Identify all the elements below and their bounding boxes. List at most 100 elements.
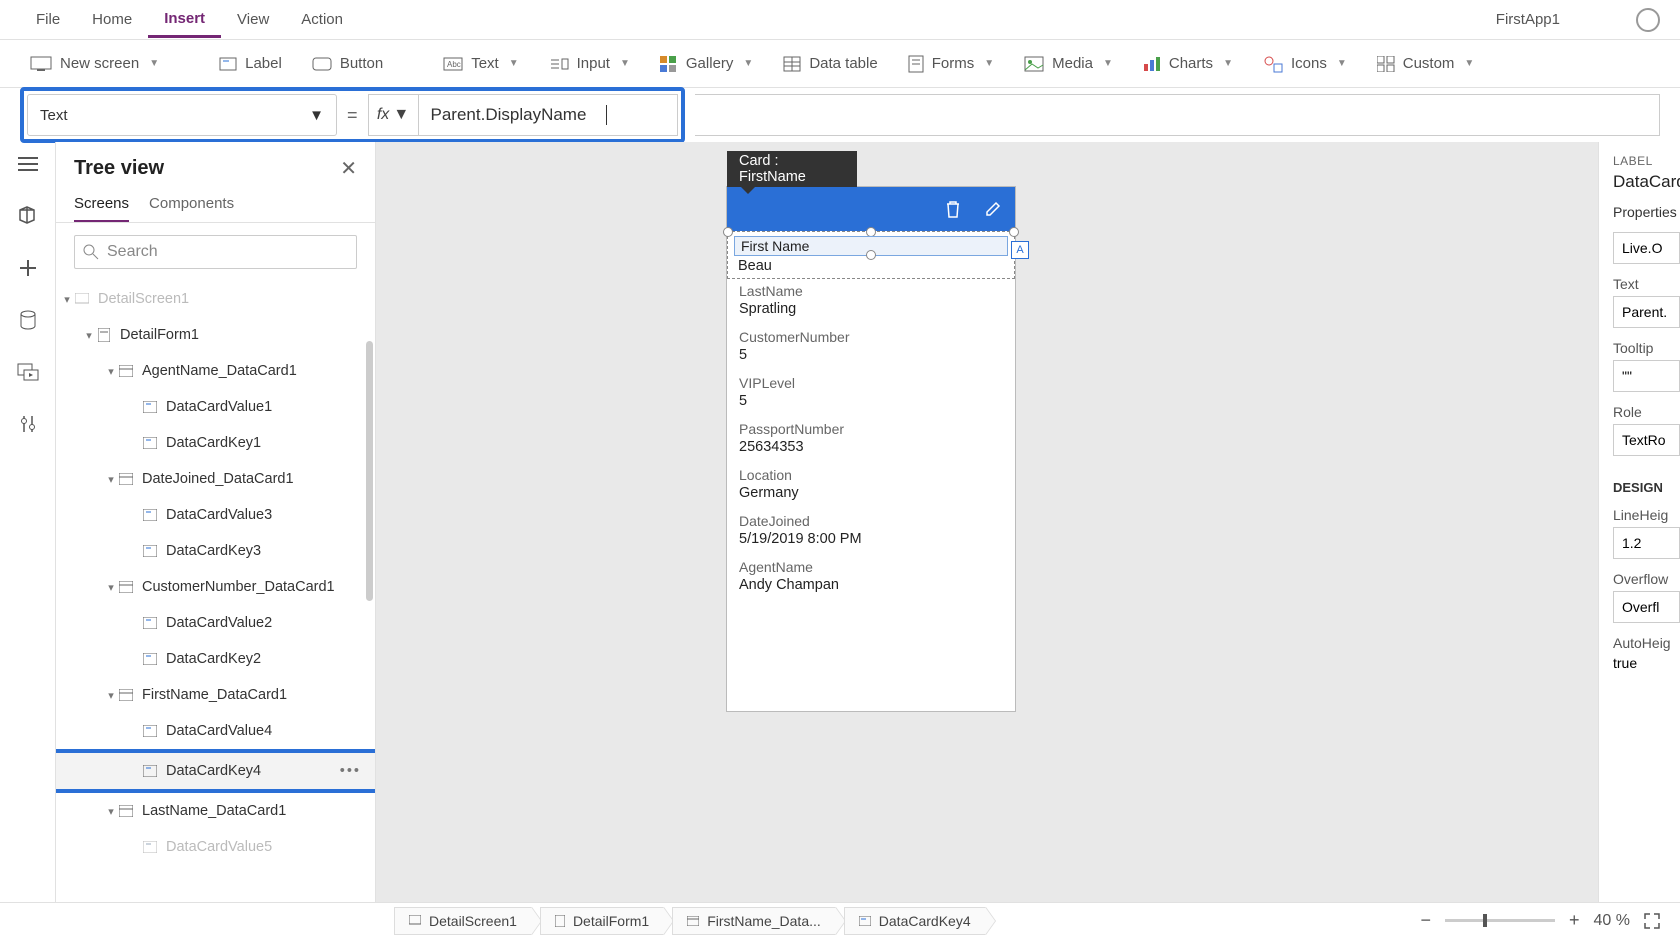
property-dropdown[interactable]: Text ▼ — [27, 94, 337, 136]
tree-node-key[interactable]: DataCardKey3 — [56, 533, 375, 569]
form-icon — [555, 915, 565, 927]
data-icon[interactable] — [16, 308, 40, 332]
field-datejoined[interactable]: DateJoined5/19/2019 8:00 PM — [727, 509, 1015, 555]
field-passport[interactable]: PassportNumber25634353 — [727, 417, 1015, 463]
chevron-down-icon: ▼ — [1223, 58, 1233, 69]
formula-input-extended[interactable] — [695, 94, 1660, 136]
formula-bar: Text ▼ = fx▼ Parent.DisplayName — [0, 88, 1680, 142]
search-icon — [83, 244, 99, 260]
selected-card-firstname[interactable]: First Name A Beau — [727, 231, 1015, 279]
delete-icon[interactable] — [945, 200, 961, 218]
menu-file[interactable]: File — [20, 3, 76, 36]
zoom-slider[interactable] — [1445, 919, 1555, 922]
media-rail-icon[interactable] — [16, 360, 40, 384]
form-preview[interactable]: Card : FirstName First Name A Beau LastN… — [726, 186, 1016, 712]
tree-node-value[interactable]: DataCardValue4 — [56, 713, 375, 749]
prop-tooltip[interactable]: "" — [1613, 360, 1680, 392]
zoom-in-button[interactable]: + — [1569, 910, 1580, 931]
tree-list: ▾DetailScreen1 ▾DetailForm1 ▾AgentName_D… — [56, 281, 375, 902]
resize-handle[interactable] — [866, 250, 876, 260]
label-icon — [859, 916, 871, 926]
tree-node-card[interactable]: ▾DateJoined_DataCard1 — [56, 461, 375, 497]
field-customernumber[interactable]: CustomerNumber5 — [727, 325, 1015, 371]
user-avatar-icon[interactable] — [1636, 8, 1660, 32]
hamburger-icon[interactable] — [16, 152, 40, 176]
tree-node-value[interactable]: DataCardValue5 — [56, 829, 375, 865]
advanced-icon[interactable] — [16, 412, 40, 436]
forms-button[interactable]: Forms▼ — [898, 49, 1004, 79]
screen-icon — [409, 915, 421, 927]
fx-button[interactable]: fx▼ — [368, 94, 418, 136]
zoom-value: 40 % — [1594, 912, 1630, 930]
forms-icon — [908, 55, 924, 73]
field-viplevel[interactable]: VIPLevel5 — [727, 371, 1015, 417]
data-table-button[interactable]: Data table — [773, 49, 887, 78]
screen-icon — [30, 56, 52, 72]
chevron-down-icon: ▼ — [509, 58, 519, 69]
tree-node-screen[interactable]: ▾DetailScreen1 — [56, 281, 375, 317]
breadcrumb-item[interactable]: DataCardKey4 — [844, 907, 986, 935]
prop-role[interactable]: TextRo — [1613, 424, 1680, 456]
menu-action[interactable]: Action — [285, 3, 359, 36]
tab-screens[interactable]: Screens — [74, 187, 129, 222]
custom-button[interactable]: Custom▼ — [1367, 49, 1485, 78]
field-location[interactable]: LocationGermany — [727, 463, 1015, 509]
menu-home[interactable]: Home — [76, 3, 148, 36]
resize-handle[interactable] — [723, 227, 733, 237]
control-type: LABEL — [1613, 154, 1680, 168]
add-icon[interactable] — [16, 256, 40, 280]
chevron-down-icon: ▼ — [393, 106, 409, 124]
tree-node-card[interactable]: ▾FirstName_DataCard1 — [56, 677, 375, 713]
tab-components[interactable]: Components — [149, 187, 234, 222]
tree-node-card[interactable]: ▾AgentName_DataCard1 — [56, 353, 375, 389]
charts-button[interactable]: Charts▼ — [1133, 49, 1243, 78]
breadcrumb-item[interactable]: DetailForm1 — [540, 907, 664, 935]
menu-insert[interactable]: Insert — [148, 2, 221, 38]
gallery-button[interactable]: Gallery▼ — [650, 49, 763, 78]
input-button[interactable]: Input▼ — [539, 49, 640, 78]
prop-autoheight: true — [1613, 655, 1680, 671]
text-button[interactable]: Abc Text▼ — [433, 49, 528, 78]
breadcrumb-item[interactable]: DetailScreen1 — [394, 907, 532, 935]
prop-lineheight[interactable]: 1.2 — [1613, 527, 1680, 559]
prop-live[interactable]: Live.O — [1613, 232, 1680, 264]
chevron-down-icon: ▼ — [1464, 58, 1474, 69]
tree-view-icon[interactable] — [16, 204, 40, 228]
close-icon[interactable]: ✕ — [340, 156, 357, 181]
tree-node-key[interactable]: DataCardKey2 — [56, 641, 375, 677]
tree-node-value[interactable]: DataCardValue2 — [56, 605, 375, 641]
label-button[interactable]: Label — [209, 49, 292, 78]
canvas[interactable]: Card : FirstName First Name A Beau LastN… — [376, 142, 1598, 902]
status-bar: DetailScreen1 DetailForm1 FirstName_Data… — [0, 902, 1680, 938]
icons-button[interactable]: Icons▼ — [1253, 49, 1357, 79]
breadcrumb-item[interactable]: FirstName_Data... — [672, 907, 836, 935]
tree-node-key-selected[interactable]: DataCardKey4••• — [56, 753, 375, 789]
prop-text[interactable]: Parent. — [1613, 296, 1680, 328]
tree-node-key[interactable]: DataCardKey1 — [56, 425, 375, 461]
media-button[interactable]: Media▼ — [1014, 49, 1123, 78]
prop-autoheight-label: AutoHeig — [1613, 635, 1680, 651]
properties-panel: LABEL DataCard Properties Live.O Text Pa… — [1598, 142, 1680, 902]
zoom-out-button[interactable]: − — [1420, 910, 1431, 931]
tree-node-value[interactable]: DataCardValue1 — [56, 389, 375, 425]
button-button[interactable]: Button — [302, 49, 393, 78]
menu-view[interactable]: View — [221, 3, 285, 36]
field-agentname[interactable]: AgentNameAndy Champan — [727, 555, 1015, 601]
field-lastname[interactable]: LastNameSpratling — [727, 279, 1015, 325]
fullscreen-icon[interactable] — [1644, 913, 1660, 929]
formula-input[interactable]: Parent.DisplayName — [418, 94, 678, 136]
edit-icon[interactable] — [985, 201, 1001, 217]
search-input[interactable]: Search — [74, 235, 357, 269]
tree-node-card[interactable]: ▾LastName_DataCard1 — [56, 793, 375, 829]
prop-overflow[interactable]: Overfl — [1613, 591, 1680, 623]
label-icon — [219, 56, 237, 72]
new-screen-button[interactable]: New screen▼ — [20, 49, 169, 78]
tree-node-card[interactable]: ▾CustomerNumber_DataCard1 — [56, 569, 375, 605]
more-icon[interactable]: ••• — [340, 763, 361, 779]
resize-handle[interactable] — [1009, 227, 1019, 237]
custom-icon — [1377, 56, 1395, 72]
chevron-down-icon: ▼ — [149, 58, 159, 69]
tree-node-form[interactable]: ▾DetailForm1 — [56, 317, 375, 353]
tab-properties[interactable]: Properties — [1613, 204, 1680, 220]
tree-node-value[interactable]: DataCardValue3 — [56, 497, 375, 533]
